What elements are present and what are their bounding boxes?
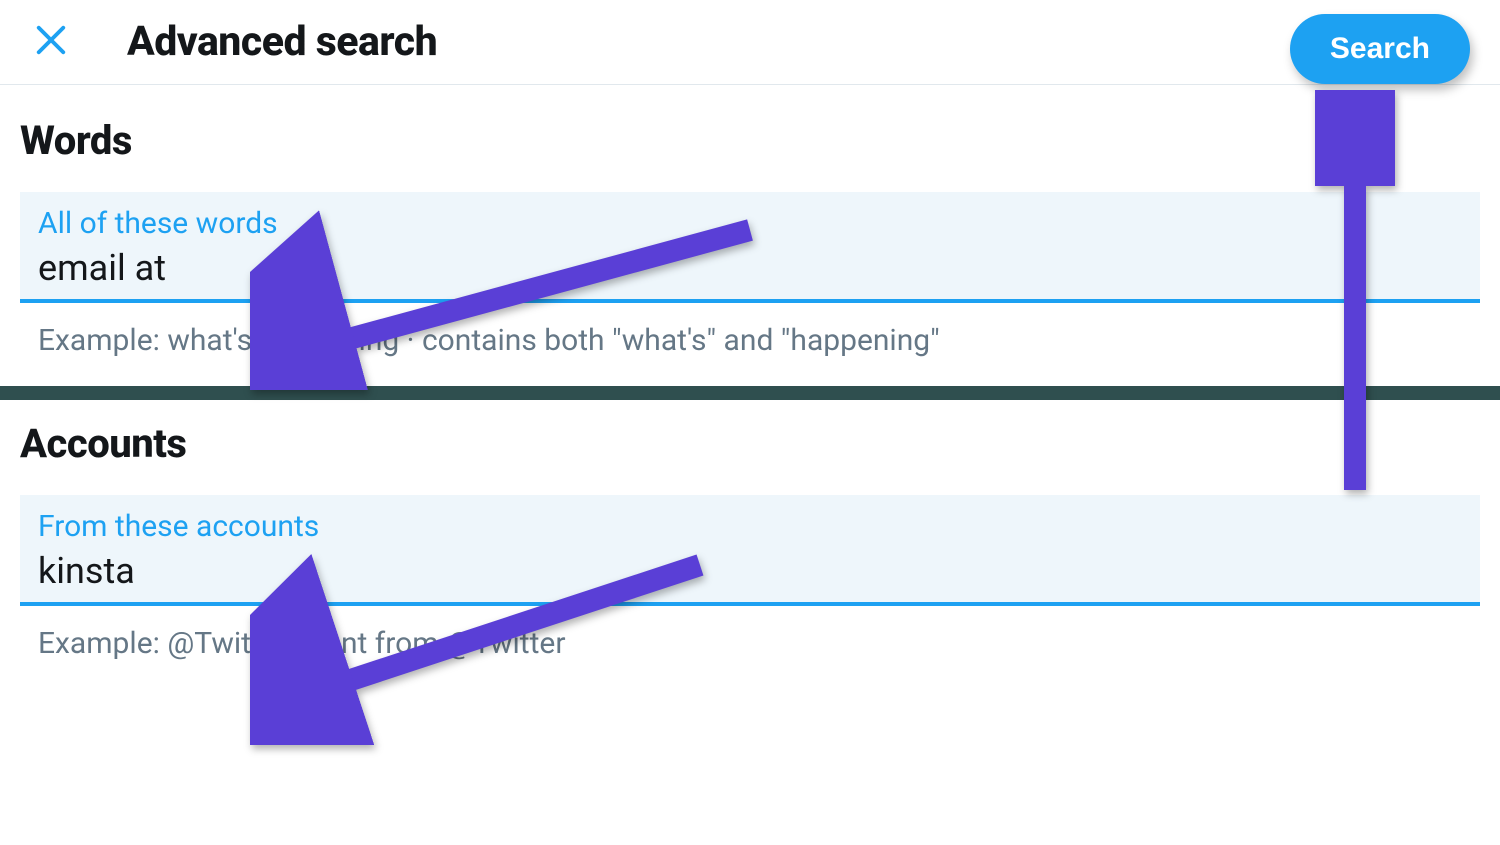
from-accounts-field-container: From these accounts	[20, 495, 1480, 606]
all-words-label: All of these words	[38, 206, 1462, 241]
search-button[interactable]: Search	[1290, 14, 1470, 84]
all-words-example: Example: what's happening · contains bot…	[20, 319, 1480, 386]
close-icon	[30, 19, 72, 65]
all-words-field-container: All of these words	[20, 192, 1480, 303]
words-section-title: Words	[20, 85, 1480, 192]
modal-title: Advanced search	[127, 18, 437, 66]
accounts-section: Accounts From these accounts Example: @T…	[0, 400, 1500, 689]
words-section: Words All of these words Example: what's…	[0, 85, 1500, 386]
modal-header: Advanced search Search	[0, 0, 1500, 85]
close-button[interactable]	[30, 19, 72, 65]
accounts-section-title: Accounts	[20, 400, 1480, 495]
from-accounts-input[interactable]	[38, 548, 1462, 594]
section-divider	[0, 386, 1500, 400]
from-accounts-label: From these accounts	[38, 509, 1462, 544]
all-words-input[interactable]	[38, 245, 1462, 291]
from-accounts-example: Example: @Twitter · sent from @Twitter	[20, 622, 1480, 689]
